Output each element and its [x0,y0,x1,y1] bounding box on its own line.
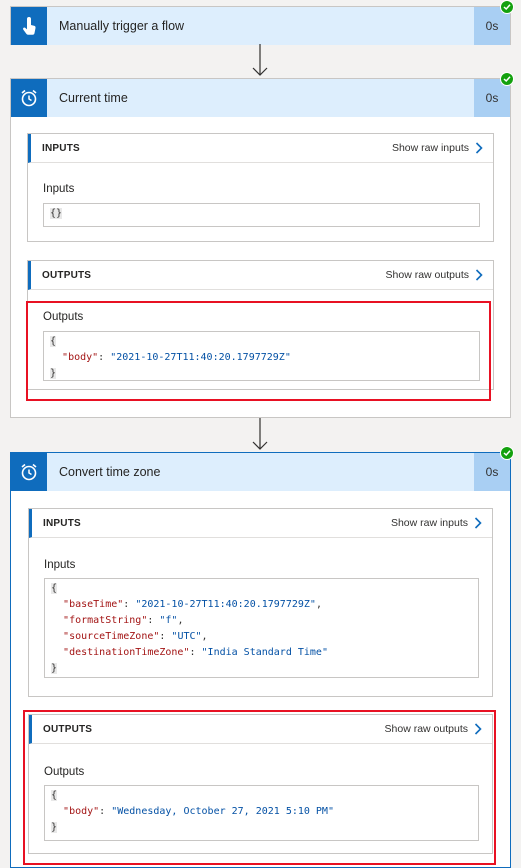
json-value: "UTC" [171,631,202,642]
close-brace: } [50,368,57,379]
open-brace: { [50,336,57,347]
close-brace: } [51,822,58,833]
json-value: "India Standard Time" [201,647,328,658]
close-brace: } [51,663,58,674]
inputs-section-header: INPUTS Show raw inputs [28,134,493,163]
flow-arrow-icon [252,418,268,450]
step-title: Manually trigger a flow [59,19,185,33]
json-value: "2021-10-27T11:40:20.1797729Z" [135,599,316,610]
json-key: "formatString" [63,615,148,626]
inputs-section: INPUTS Show raw inputs Inputs { "baseTim… [28,508,493,697]
convert-time-zone-step-card[interactable]: Convert time zone 0s INPUTS Show raw inp… [10,452,511,868]
convert-time-zone-step-header[interactable]: Convert time zone 0s [11,453,510,491]
outputs-field-label: Outputs [44,766,85,778]
outputs-section: OUTPUTS Show raw outputs Outputs { "body… [27,260,494,390]
show-raw-inputs-link[interactable]: Show raw inputs [392,142,469,154]
success-check-icon [500,72,514,86]
open-brace: { [51,583,58,594]
chevron-right-icon[interactable] [474,517,482,529]
alarm-clock-icon [11,79,47,117]
alarm-clock-icon [11,453,47,491]
success-check-icon [500,0,514,14]
show-raw-outputs-link[interactable]: Show raw outputs [385,723,468,735]
inputs-code-box: {} [43,203,480,227]
inputs-code-box: { "baseTime": "2021-10-27T11:40:20.17977… [44,578,479,678]
json-value: "f" [159,615,178,626]
inputs-field-label: Inputs [44,559,76,571]
json-value: "2021-10-27T11:40:20.1797729Z" [110,352,291,363]
outputs-field-label: Outputs [43,311,84,323]
chevron-right-icon[interactable] [475,269,483,281]
step-title: Convert time zone [59,465,161,479]
outputs-section: OUTPUTS Show raw outputs Outputs { "body… [28,714,493,854]
show-raw-outputs-link[interactable]: Show raw outputs [386,269,469,281]
current-time-step-card[interactable]: Current time 0s INPUTS Show raw inputs I… [10,78,511,418]
inputs-section-header: INPUTS Show raw inputs [29,509,492,538]
current-time-step-header[interactable]: Current time 0s [11,79,510,117]
section-header-label: OUTPUTS [42,269,92,281]
touch-icon [11,7,47,45]
outputs-section-header: OUTPUTS Show raw outputs [28,261,493,290]
trigger-step-header[interactable]: Manually trigger a flow 0s [11,7,510,45]
outputs-code-box: { "body": "2021-10-27T11:40:20.1797729Z"… [43,331,480,381]
show-raw-inputs-link[interactable]: Show raw inputs [391,517,468,529]
json-key: "body" [63,806,100,817]
section-header-label: OUTPUTS [43,723,93,735]
section-header-label: INPUTS [43,517,81,529]
json-value: "Wednesday, October 27, 2021 5:10 PM" [111,806,334,817]
chevron-right-icon[interactable] [475,142,483,154]
open-brace: { [51,790,58,801]
inputs-section: INPUTS Show raw inputs Inputs {} [27,133,494,242]
success-check-icon [500,446,514,460]
inputs-value: {} [50,208,63,219]
section-header-label: INPUTS [42,142,80,154]
json-key: "baseTime" [63,599,124,610]
outputs-section-header: OUTPUTS Show raw outputs [29,715,492,744]
outputs-code-box: { "body": "Wednesday, October 27, 2021 5… [44,785,479,841]
step-title: Current time [59,91,128,105]
json-key: "destinationTimeZone" [63,647,190,658]
json-key: "body" [62,352,99,363]
json-key: "sourceTimeZone" [63,631,160,642]
chevron-right-icon[interactable] [474,723,482,735]
inputs-field-label: Inputs [43,183,75,195]
flow-arrow-icon [252,44,268,76]
trigger-step-card[interactable]: Manually trigger a flow 0s [10,6,511,45]
